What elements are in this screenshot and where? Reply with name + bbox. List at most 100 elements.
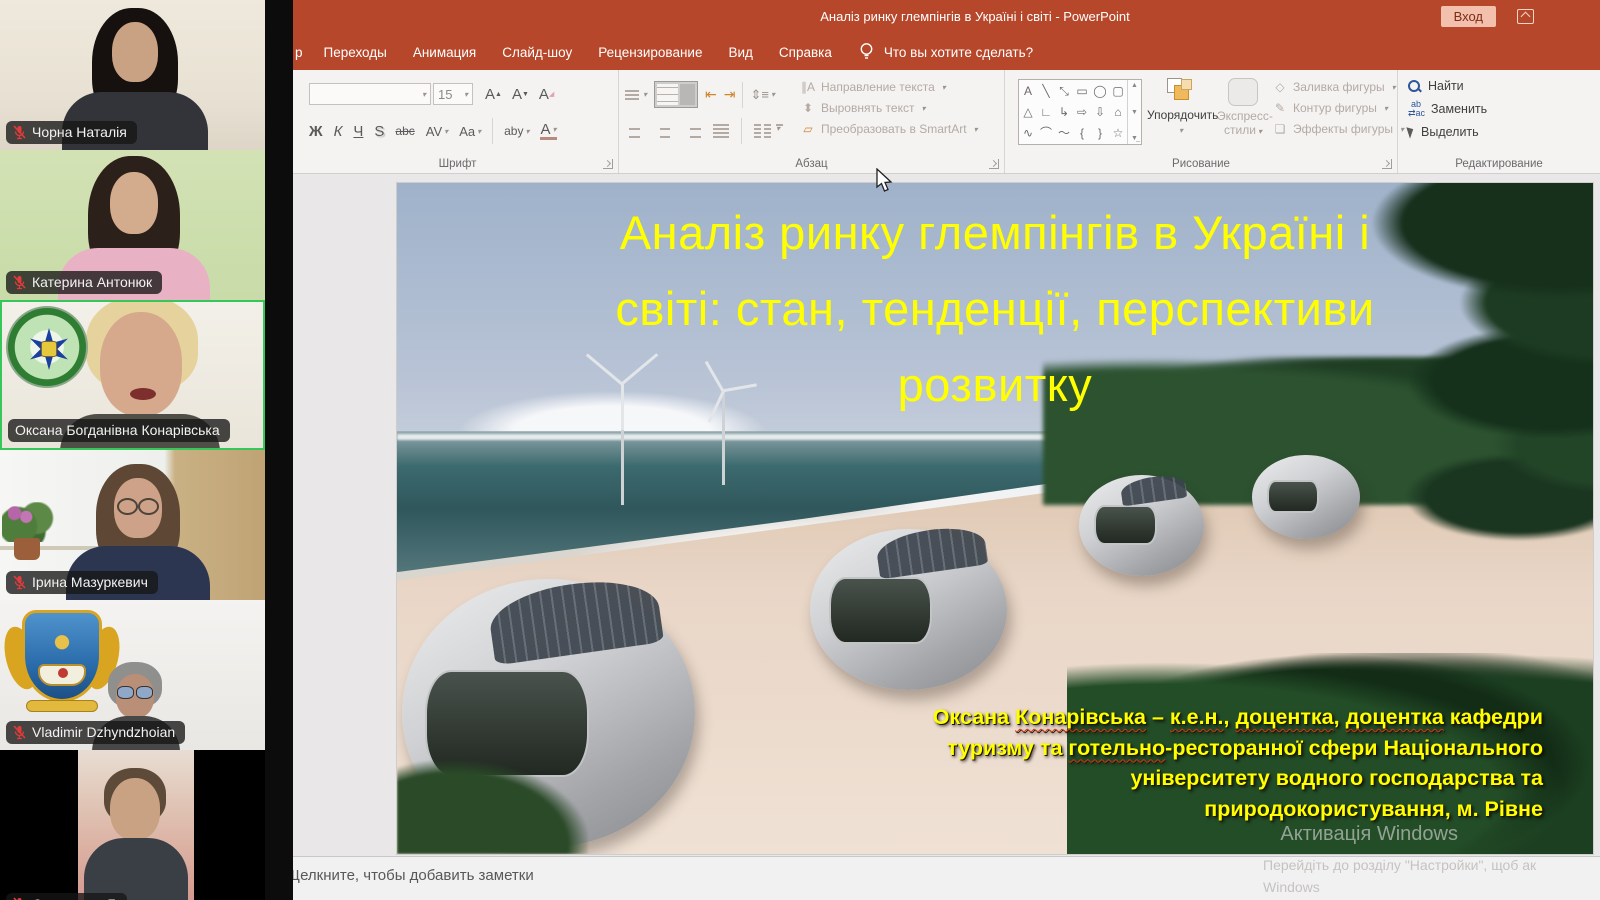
change-case-button[interactable]: Aa▾ — [459, 124, 481, 139]
freeform-icon[interactable]: ⌂ — [1114, 106, 1121, 118]
align-text-icon: ⬍ — [800, 101, 816, 115]
text-box-icon[interactable]: A — [1024, 85, 1032, 97]
find-button[interactable]: Найти — [1408, 79, 1487, 93]
bullets-icon — [625, 90, 639, 100]
shapes-gallery: A ╲ ⤡ ▭ ◯ ▢ △ ∟ ↳ ⇨ ⇩ ⌂ ∿ ⌒ ～ {} ☆ ▲ ▼ ▼̲ — [1018, 79, 1142, 145]
star-icon[interactable]: ☆ — [1113, 127, 1124, 139]
participant-tile[interactable]: Vladimir Dzhyndzhoian — [0, 600, 265, 750]
justify-button[interactable] — [713, 124, 729, 138]
notes-pane[interactable]: Щелкните, чтобы добавить заметки Перейді… — [293, 856, 1600, 900]
rounded-rectangle-icon[interactable]: ▢ — [1112, 85, 1123, 97]
line-arrow-icon[interactable]: ⤡ — [1059, 85, 1069, 97]
powerpoint-window: Аналіз ринку глемпінгів в Україні і світ… — [293, 0, 1600, 900]
underline-button[interactable]: Ч — [353, 123, 363, 140]
dialog-launcher-icon[interactable] — [1382, 159, 1392, 169]
slide-author-text[interactable]: Оксана Конарівська – к.е.н., доцентка, д… — [933, 702, 1543, 824]
tell-me-box[interactable]: Что вы хотите сделать? — [874, 45, 1043, 60]
tab-transitions[interactable]: Переходы — [311, 45, 400, 60]
participant-tile[interactable]: Катерина Антонюк — [0, 150, 265, 300]
italic-button[interactable]: К — [334, 123, 343, 140]
scroll-up-icon[interactable]: ▲ — [1131, 82, 1138, 89]
select-button[interactable]: Выделить — [1408, 125, 1487, 139]
character-spacing-button[interactable]: AV▾ — [426, 124, 448, 139]
dialog-launcher-icon[interactable] — [989, 159, 999, 169]
line-spacing-button[interactable]: ⇕≡▾ — [750, 87, 775, 103]
glasses-icon — [117, 498, 159, 512]
bold-button[interactable]: Ж — [309, 123, 323, 140]
font-name-combo[interactable]: ▾ — [309, 83, 431, 105]
text-direction-button[interactable]: ∥A Направление текста▾ — [800, 80, 978, 94]
shrink-font-button[interactable]: A▼ — [512, 86, 529, 103]
left-brace-icon[interactable]: { — [1080, 127, 1084, 139]
bullets-button[interactable]: ▾ — [625, 90, 647, 100]
text-shadow-button[interactable]: S — [374, 123, 384, 140]
university-crest-logo — [6, 608, 118, 716]
participant-tile[interactable]: Чорна Наталія — [0, 0, 265, 150]
curve-icon[interactable]: ～ — [1058, 127, 1070, 139]
elbow-connector-icon[interactable]: ∟ — [1040, 106, 1052, 118]
participant-name-badge: Катерина Антонюк — [6, 271, 162, 294]
increase-indent-button[interactable]: ⇥ — [724, 86, 736, 103]
right-arrow-icon[interactable]: ⇨ — [1077, 106, 1087, 118]
line-icon[interactable]: ╲ — [1042, 85, 1049, 97]
eco-pod — [810, 529, 1007, 690]
text-direction-icon: ∥A — [800, 80, 816, 94]
notes-placeholder[interactable]: Щелкните, чтобы добавить заметки — [293, 867, 534, 884]
down-arrow-icon[interactable]: ⇩ — [1095, 106, 1105, 118]
slide-canvas-area: Аналіз ринку глемпінгів в Україні ісвіті… — [293, 174, 1600, 856]
participant-name: Олександр Б — [32, 896, 117, 900]
clear-formatting-button[interactable]: A◢ — [539, 86, 554, 103]
dialog-launcher-icon[interactable] — [603, 159, 613, 169]
shape-fill-button[interactable]: ◇ Заливка фигуры▾ — [1272, 80, 1404, 94]
align-center-button[interactable] — [657, 124, 673, 138]
align-right-button[interactable] — [685, 124, 701, 138]
shapes-gallery-scrollbar[interactable]: ▲ ▼ ▼̲ — [1127, 80, 1141, 144]
replace-button[interactable]: ab⇄ac Заменить — [1408, 100, 1487, 118]
columns-button[interactable]: ▾ — [754, 124, 783, 138]
participant-name: Катерина Антонюк — [32, 274, 152, 290]
tab-help[interactable]: Справка — [766, 45, 845, 60]
oval-icon[interactable]: ◯ — [1093, 85, 1106, 97]
more-shapes-icon[interactable]: ▼̲ — [1131, 135, 1138, 142]
tab-animations[interactable]: Анимация — [400, 45, 489, 60]
ribbon-tabs: р Переходы Анимация Слайд-шоу Рецензиров… — [293, 34, 1600, 70]
elbow-arrow-icon[interactable]: ↳ — [1059, 106, 1069, 118]
tab-slideshow[interactable]: Слайд-шоу — [489, 45, 585, 60]
triangle-icon[interactable]: △ — [1023, 106, 1032, 118]
arc-icon[interactable]: ⌒ — [1040, 127, 1052, 139]
font-size-combo[interactable]: 15▾ — [433, 83, 473, 105]
title-bar[interactable]: Аналіз ринку глемпінгів в Україні і світ… — [293, 0, 1600, 34]
participant-tile-active-speaker[interactable]: Оксана Богданівна Конарівська — [0, 300, 265, 450]
align-text-button[interactable]: ⬍ Выровнять текст▾ — [800, 101, 978, 115]
sign-in-button[interactable]: Вход — [1441, 6, 1496, 27]
scroll-down-icon[interactable]: ▼ — [1131, 109, 1138, 116]
ribbon-display-options-icon[interactable] — [1517, 9, 1534, 24]
mic-off-icon — [13, 275, 26, 290]
convert-smartart-button[interactable]: ▱ Преобразовать в SmartArt▾ — [800, 122, 978, 136]
participant-tile[interactable]: Ірина Мазуркевич — [0, 450, 265, 600]
strikethrough-button[interactable]: abc — [395, 124, 414, 138]
shape-effects-button[interactable]: ❏ Эффекты фигуры▾ — [1272, 122, 1404, 136]
grow-font-button[interactable]: A▲ — [485, 86, 502, 103]
participant-name: Чорна Наталія — [32, 124, 127, 140]
quick-styles-button[interactable]: Экспресс-стили▾ — [1217, 78, 1269, 137]
highlight-color-button[interactable]: aby▾ — [504, 124, 529, 138]
tab-partial[interactable]: р — [293, 45, 311, 60]
decrease-indent-button[interactable]: ⇤ — [705, 86, 717, 103]
align-left-button[interactable] — [629, 124, 645, 138]
numbering-button[interactable] — [654, 81, 698, 108]
windows-activation-subtext: Windows — [1263, 879, 1320, 895]
participant-tile[interactable]: Олександр Б — [0, 750, 265, 900]
ribbon-group-paragraph: ▾ ⇤ ⇥ ⇕≡▾ ▾ — [619, 70, 1005, 173]
group-label-paragraph: Абзац — [619, 158, 1004, 170]
font-color-button[interactable]: A▾ — [540, 122, 556, 140]
arrange-button[interactable]: Упорядочить ▾ — [1147, 78, 1213, 136]
slide[interactable]: Аналіз ринку глемпінгів в Україні ісвіті… — [397, 183, 1593, 854]
rectangle-icon[interactable]: ▭ — [1076, 85, 1087, 97]
shape-outline-button[interactable]: ✎ Контур фигуры▾ — [1272, 101, 1404, 115]
tab-review[interactable]: Рецензирование — [585, 45, 715, 60]
slide-title[interactable]: Аналіз ринку глемпінгів в Україні ісвіті… — [433, 195, 1557, 423]
right-brace-icon[interactable]: } — [1098, 127, 1102, 139]
scribble-icon[interactable]: ∿ — [1023, 127, 1033, 139]
tab-view[interactable]: Вид — [715, 45, 765, 60]
